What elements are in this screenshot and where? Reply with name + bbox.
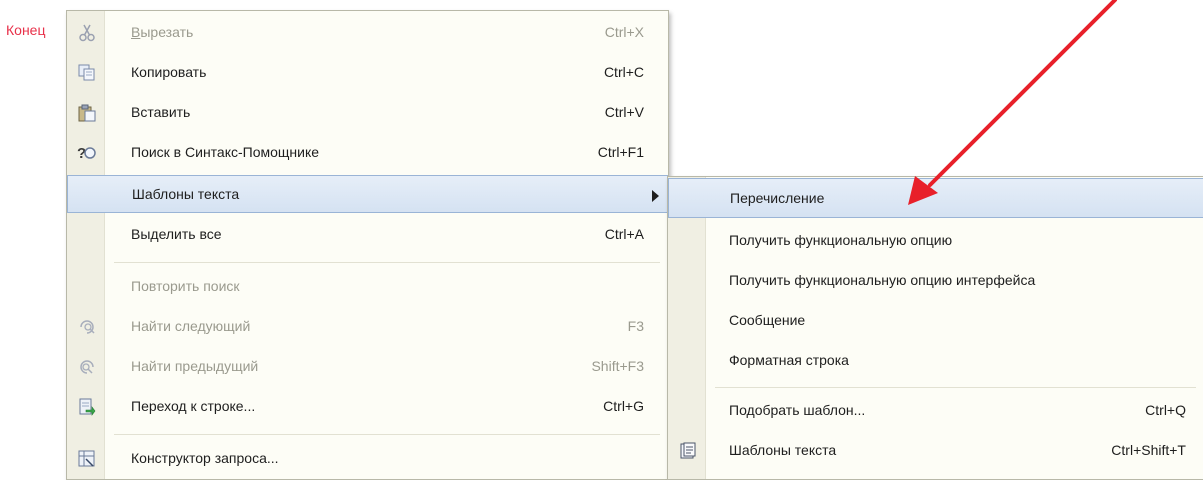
menu-item-label: Перечисление: [730, 190, 825, 206]
shortcut-label: Ctrl+C: [603, 64, 644, 80]
submenu-item-format-string[interactable]: Форматная строка: [668, 341, 1203, 381]
menu-item-label: Выделить все: [131, 226, 222, 242]
background-text: Конец: [6, 22, 46, 38]
menu-item-label: Повторить поиск: [131, 278, 240, 294]
shortcut-label: Ctrl+F1: [597, 144, 644, 160]
menu-item-repeat-search[interactable]: Повторить поиск: [67, 267, 668, 307]
menu-separator: [715, 387, 1196, 388]
menu-item-goto-line[interactable]: Переход к строке... Ctrl+G: [67, 387, 668, 427]
menu-item-label: Переход к строке...: [131, 398, 256, 414]
menu-separator: [114, 434, 660, 435]
find-next-icon: [77, 317, 97, 337]
menu-item-label: Поиск в Синтакс-Помощнике: [131, 144, 320, 160]
menu-item-label: Шаблоны текста: [132, 186, 240, 202]
menu-item-label: ырезать: [140, 24, 194, 40]
shortcut-label: Ctrl+Q: [1145, 402, 1186, 418]
menu-item-label: Конструктор запроса...: [131, 450, 279, 466]
shortcut-label: Ctrl+A: [604, 226, 644, 242]
menu-separator: [114, 262, 660, 263]
shortcut-label: Ctrl+V: [604, 104, 644, 120]
shortcut-label: Ctrl+G: [603, 398, 644, 414]
submenu-item-get-functional-option[interactable]: Получить функциональную опцию: [668, 221, 1203, 261]
shortcut-label: Shift+F3: [591, 358, 644, 374]
submenu-item-get-interface-functional-option[interactable]: Получить функциональную опцию интерфейса: [668, 261, 1203, 301]
submenu-item-message[interactable]: Сообщение: [668, 301, 1203, 341]
menu-item-label: Получить функциональную опцию интерфейса: [729, 272, 1036, 288]
menu-item-label: Шаблоны текста: [729, 442, 837, 458]
menu-item-label: Форматная строка: [729, 352, 849, 368]
submenu-item-text-templates[interactable]: Шаблоны текста Ctrl+Shift+T: [668, 431, 1203, 471]
shortcut-label: Ctrl+Shift+T: [1111, 442, 1186, 458]
menu-item-find-previous[interactable]: Найти предыдущий Shift+F3: [67, 347, 668, 387]
templates-icon: [678, 441, 698, 461]
paste-icon: [77, 103, 97, 123]
menu-item-label: Вставить: [131, 104, 191, 120]
menu-item-text-templates[interactable]: Шаблоны текста: [67, 175, 668, 213]
menu-item-label: Подобрать шаблон...: [729, 402, 866, 418]
menu-item-syntax-search[interactable]: ? Поиск в Синтакс-Помощнике Ctrl+F1: [67, 133, 668, 173]
menu-item-select-all[interactable]: Выделить все Ctrl+A: [67, 215, 668, 255]
menu-item-copy[interactable]: Копировать Ctrl+C: [67, 53, 668, 93]
menu-item-paste[interactable]: Вставить Ctrl+V: [67, 93, 668, 133]
syntax-help-icon: ?: [77, 143, 97, 163]
menu-item-label: Найти следующий: [131, 318, 251, 334]
menu-item-label: Сообщение: [729, 312, 806, 328]
scissors-icon: [77, 23, 97, 43]
find-previous-icon: [77, 357, 97, 377]
goto-line-icon: [77, 397, 97, 417]
context-menu: Вырезать Ctrl+X Копировать Ctrl+C Встави…: [66, 10, 669, 480]
submenu-text-templates: Перечисление Получить функциональную опц…: [667, 176, 1203, 480]
menu-item-label: Найти предыдущий: [131, 358, 259, 374]
submenu-item-enumeration[interactable]: Перечисление: [668, 178, 1203, 218]
query-builder-icon: [77, 449, 97, 469]
menu-item-query-builder[interactable]: Конструктор запроса...: [67, 439, 668, 479]
menu-item-find-next[interactable]: Найти следующий F3: [67, 307, 668, 347]
shortcut-label: F3: [627, 318, 644, 334]
menu-item-label: Получить функциональную опцию: [729, 232, 953, 248]
shortcut-label: Ctrl+X: [604, 24, 644, 40]
menu-item-cut[interactable]: Вырезать Ctrl+X: [67, 13, 668, 53]
submenu-arrow-icon: [652, 190, 659, 202]
copy-icon: [77, 63, 97, 83]
menu-item-label: Копировать: [131, 64, 207, 80]
submenu-item-pick-template[interactable]: Подобрать шаблон... Ctrl+Q: [668, 391, 1203, 431]
